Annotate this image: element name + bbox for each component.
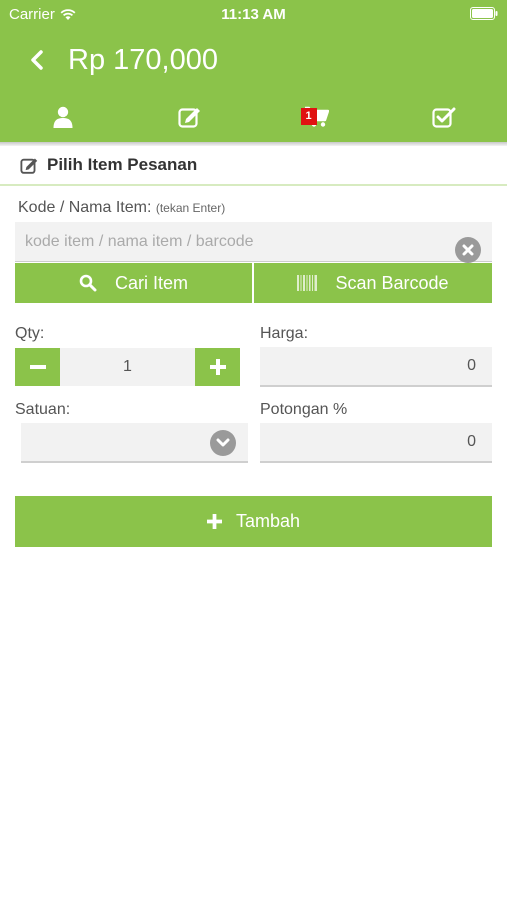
item-action-buttons: Cari Item Scan Barcode [15,263,492,303]
increment-button[interactable] [195,348,240,386]
item-code-label: Kode / Nama Item: (tekan Enter) [18,199,225,217]
title-bar: Rp 170,000 [0,36,507,86]
qty-label: Qty: [15,325,45,342]
search-icon [79,274,97,292]
clear-input-button[interactable] [455,237,481,263]
tab-cart[interactable]: 1 [254,96,381,138]
item-code-input[interactable] [15,222,492,261]
tab-customer[interactable] [0,96,127,138]
user-icon [53,106,73,128]
section-heading: Pilih Item Pesanan [0,146,507,186]
search-item-button[interactable]: Cari Item [15,263,252,303]
price-label: Harga: [260,325,309,342]
cart-badge: 1 [300,108,317,125]
quantity-stepper [15,348,240,386]
chevron-down-icon [210,430,236,456]
edit-icon [20,158,38,174]
tab-bar: 1 [0,96,507,138]
plus-icon [209,359,226,375]
scan-barcode-button[interactable]: Scan Barcode [254,263,492,303]
close-icon [462,244,474,256]
discount-input[interactable] [260,423,492,463]
add-item-button[interactable]: Tambah [15,496,492,547]
checkbox-icon [432,107,456,128]
app-header: Carrier 11:13 AM Rp 170,000 1 [0,0,507,142]
unit-select[interactable] [21,423,248,463]
section-title: Pilih Item Pesanan [47,155,198,174]
item-code-field [15,222,492,262]
status-bar: Carrier 11:13 AM [0,0,507,28]
qty-input[interactable] [60,348,195,386]
tab-checkout[interactable] [380,96,507,138]
barcode-icon [297,275,318,291]
item-code-hint: (tekan Enter) [155,201,226,215]
order-total: Rp 170,000 [68,44,218,76]
decrement-button[interactable] [15,348,60,386]
plus-icon [206,514,222,529]
discount-label: Potongan % [260,401,348,418]
back-button[interactable] [22,42,52,78]
status-time: 11:13 AM [221,6,286,23]
edit-icon [178,108,201,128]
minus-icon [29,365,46,369]
scan-barcode-label: Scan Barcode [335,272,449,293]
search-item-label: Cari Item [114,272,188,293]
chevron-left-icon [31,50,43,70]
unit-label: Satuan: [15,401,71,418]
tab-order-items[interactable] [127,96,254,138]
price-input[interactable] [260,347,492,387]
battery-icon [470,7,498,20]
add-item-label: Tambah [235,511,301,531]
item-code-label-text: Kode / Nama Item: [18,199,152,216]
